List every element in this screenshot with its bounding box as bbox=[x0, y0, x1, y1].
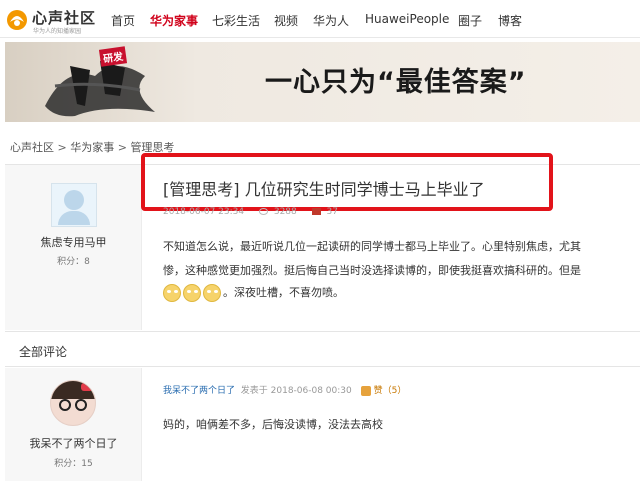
comment-author-link[interactable]: 我呆不了两个日了 bbox=[163, 386, 235, 396]
avatar-glasses-left bbox=[59, 399, 71, 411]
default-avatar-body-icon bbox=[58, 211, 90, 225]
avatar-bow bbox=[81, 383, 93, 391]
nav-home[interactable]: 首页 bbox=[111, 12, 135, 29]
post-meta: 2018-06-07 23:34 3288 37 bbox=[163, 207, 338, 217]
comments-title: 全部评论 bbox=[19, 345, 68, 359]
avatar-glasses-right bbox=[75, 399, 87, 411]
post-views: 3288 bbox=[273, 207, 297, 217]
nav-video[interactable]: 视频 bbox=[274, 12, 298, 29]
logo-text: 心声社区 bbox=[32, 9, 97, 27]
like-label[interactable]: 赞 bbox=[374, 386, 383, 396]
logo-icon bbox=[7, 10, 27, 30]
post-content-line-1: 不知道怎么说，最近听说几位一起读研的同学博士都马上毕业了。心里特别焦虑，尤其 bbox=[163, 240, 581, 253]
post-content-line-2: 惨，这种感觉更加强烈。挺后悔自己当时没选择读博的，即使我挺喜欢搞科研的。但是 bbox=[163, 264, 581, 277]
nav-huawei-people-cn[interactable]: 华为人 bbox=[313, 12, 349, 29]
nav-huawei-affairs[interactable]: 华为家事 bbox=[150, 12, 198, 29]
like-count: （5） bbox=[382, 386, 407, 396]
author-score: 积分：8 bbox=[57, 257, 90, 267]
nav-huaweipeople[interactable]: HuaweiPeople bbox=[365, 12, 449, 26]
comment-date: 2018-06-08 00:30 bbox=[270, 386, 352, 396]
comment-meta: 我呆不了两个日了 发表于 2018-06-08 00:30 赞（5） bbox=[163, 383, 406, 396]
nav-colorful-life[interactable]: 七彩生活 bbox=[212, 12, 260, 29]
commenter-score: 积分：15 bbox=[54, 459, 93, 469]
logo-subtitle: 华为人的知播家园 bbox=[33, 28, 82, 35]
post-comment-count: 37 bbox=[326, 207, 338, 217]
author-avatar[interactable] bbox=[51, 183, 97, 227]
banner-tag: 研发 bbox=[98, 46, 128, 67]
post-content-line-3: 。深夜吐槽，不喜勿喷。 bbox=[163, 284, 344, 302]
highlight-box bbox=[141, 153, 553, 211]
site-logo[interactable]: 心声社区 华为人的知播家园 bbox=[6, 6, 102, 35]
views-icon bbox=[258, 208, 268, 215]
default-avatar-head-icon bbox=[64, 190, 84, 210]
banner[interactable]: 研发 一心只为“最佳答案” bbox=[5, 42, 640, 122]
post-date: 2018-06-07 23:34 bbox=[163, 207, 245, 217]
banner-slogan: 一心只为“最佳答案” bbox=[265, 67, 527, 98]
post-content-tail: 。深夜吐槽，不喜勿喷。 bbox=[223, 286, 344, 299]
nav-circles[interactable]: 圈子 bbox=[458, 12, 482, 29]
breadcrumb-section[interactable]: 华为家事 bbox=[70, 141, 114, 154]
comments-icon bbox=[311, 208, 321, 215]
top-nav: 心声社区 华为人的知播家园 首页 华为家事 七彩生活 视频 华为人 Huawei… bbox=[0, 0, 640, 38]
comment-posted-label: 发表于 bbox=[240, 386, 268, 396]
speechless-emoji-icon bbox=[183, 284, 201, 302]
thumbs-up-icon[interactable] bbox=[360, 385, 371, 396]
nav-blog[interactable]: 博客 bbox=[498, 12, 522, 29]
commenter-avatar[interactable] bbox=[50, 380, 96, 426]
comments-header bbox=[5, 331, 640, 367]
comment-text: 妈的，咱俩差不多，后悔没读博，没法去高校 bbox=[163, 418, 383, 431]
commenter-name[interactable]: 我呆不了两个日了 bbox=[5, 435, 142, 451]
breadcrumb-home[interactable]: 心声社区 bbox=[10, 141, 54, 154]
speechless-emoji-icon bbox=[163, 284, 181, 302]
speechless-emoji-icon bbox=[203, 284, 221, 302]
author-name[interactable]: 焦虑专用马甲 bbox=[5, 234, 142, 250]
